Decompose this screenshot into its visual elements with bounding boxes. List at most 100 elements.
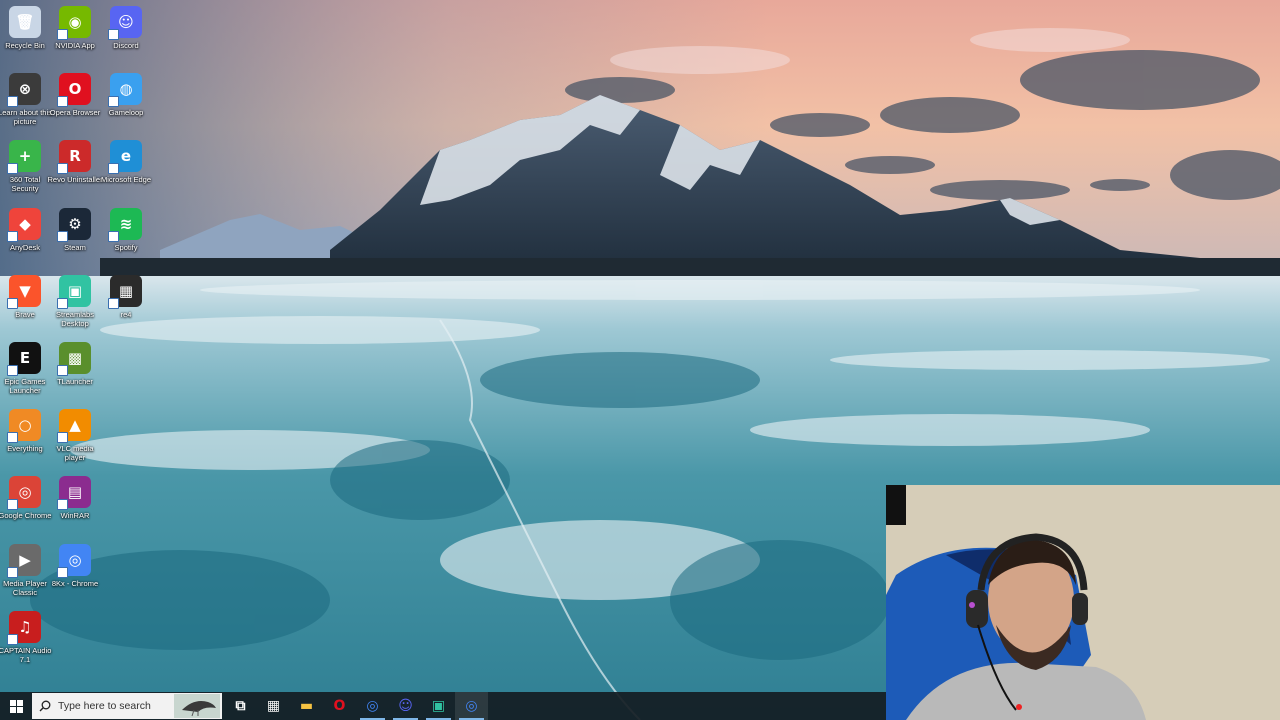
desktop-icon-label: Epic Games Launcher	[4, 377, 46, 395]
anydesk-icon: ◆	[7, 207, 41, 242]
nvidia-icon: ◉	[57, 6, 91, 40]
shield-plus-icon: +	[7, 140, 41, 175]
taskbar-search-box[interactable]	[32, 693, 222, 719]
start-button[interactable]	[0, 692, 32, 720]
search-highlight-bird-icon	[174, 694, 220, 718]
recycle-bin-icon: 🗑	[9, 6, 41, 38]
desktop-icon-vlc-media-player[interactable]: ▲ VLC media player	[50, 409, 100, 462]
taskbar-pinned-apps: ⧉ ▦ ▬ O ◎ ☺ ▣ ◎	[224, 692, 488, 720]
desktop-icon-tlauncher[interactable]: ▩ TLauncher	[50, 342, 100, 386]
shortcut-arrow-icon	[108, 96, 119, 108]
file-explorer-icon: ▬	[299, 698, 314, 714]
revo-icon: R	[57, 140, 91, 175]
shortcut-arrow-icon	[57, 29, 68, 40]
task-view-icon: ⧉	[235, 698, 246, 714]
desktop-icon-revo-uninstaller[interactable]: R Revo Uninstaller	[47, 140, 103, 185]
shortcut-arrow-icon	[7, 365, 18, 376]
discord-icon: ☺	[108, 6, 142, 40]
shortcut-arrow-icon	[108, 29, 119, 40]
taskbar-store-button[interactable]: ▦	[257, 692, 290, 720]
desktop-icon-streamlabs-desktop[interactable]: ▣ Streamlabs Desktop	[50, 274, 100, 328]
desktop-icon-label: Streamlabs Desktop	[56, 309, 94, 328]
desktop-icon-recycle-bin[interactable]: 🗑 Recycle Bin	[0, 6, 50, 50]
shortcut-arrow-icon	[57, 230, 68, 242]
streamlabs-icon: ▣	[431, 698, 446, 714]
taskbar-chrome-button[interactable]: ◎	[356, 692, 389, 720]
media-player-icon: ▶	[7, 543, 41, 578]
desktop-icon-label: Opera Browser	[49, 108, 101, 118]
desktop-icon-label: NVIDIA App	[55, 41, 95, 50]
desktop-icon-label: Revo Uninstaller	[47, 175, 103, 185]
webcam-overlay	[886, 485, 1280, 720]
desktop-icon-discord[interactable]: ☺ Discord	[101, 6, 151, 50]
steam-icon: ⚙	[57, 207, 91, 242]
taskbar-discord-button[interactable]: ☺	[389, 692, 422, 720]
search-icon	[32, 700, 58, 712]
desktop-icon-label: re4	[120, 309, 132, 319]
desktop-icon-nvidia-app[interactable]: ◉ NVIDIA App	[50, 6, 100, 50]
taskbar-streamlabs-button[interactable]: ▣	[422, 692, 455, 720]
streamlabs-icon: ▣	[57, 274, 91, 309]
desktop-icon-opera-browser[interactable]: O Opera Browser	[50, 73, 100, 117]
shortcut-arrow-icon	[7, 297, 18, 309]
edge-icon: e	[108, 140, 142, 175]
desktop-icon-label: AnyDesk	[9, 242, 40, 252]
desktop-icon-gameloop[interactable]: ◍ Gameloop	[101, 73, 151, 117]
desktop-icon-captain-audio-7-1[interactable]: ♫ CAPTAIN Audio 7.1	[0, 610, 52, 664]
discord-icon: ☺	[398, 698, 413, 714]
desktop-icon-label: Discord	[113, 41, 139, 50]
search-input[interactable]	[58, 700, 178, 712]
chrome-profile-icon: ◎	[465, 698, 478, 714]
desktop-icon-label: CAPTAIN Audio 7.1	[0, 645, 52, 664]
desktop-icon-label: Google Chrome	[0, 511, 52, 521]
desktop-icon-label: Microsoft Edge	[100, 175, 152, 185]
desktop-icon-label: Recycle Bin	[5, 41, 45, 50]
desktop-icon-label: Brave	[15, 309, 35, 319]
opera-icon: O	[333, 698, 346, 714]
shortcut-arrow-icon	[57, 365, 68, 376]
chrome-icon: ◎	[366, 698, 379, 714]
shortcut-arrow-icon	[57, 96, 68, 108]
desktop-icon-winrar[interactable]: ▤ WinRAR	[50, 476, 100, 520]
taskbar-opera-button[interactable]: O	[323, 692, 356, 720]
desktop-icon-steam[interactable]: ⚙ Steam	[50, 207, 100, 252]
shortcut-arrow-icon	[57, 163, 68, 175]
re4-icon: ▦	[108, 274, 142, 309]
desktop-icon-microsoft-edge[interactable]: e Microsoft Edge	[101, 140, 151, 184]
desktop-icon-label: TLauncher	[57, 377, 93, 386]
shortcut-arrow-icon	[7, 163, 18, 175]
desktop-icon-spotify[interactable]: ≋ Spotify	[101, 207, 151, 252]
taskbar-file-explorer-button[interactable]: ▬	[290, 692, 323, 720]
desktop-icon-media-player-classic[interactable]: ▶ Media Player Classic	[0, 543, 50, 597]
brave-icon: ▼	[7, 274, 41, 309]
desktop-icon-label: 360 Total Security	[9, 175, 41, 194]
desktop-icon-8kx-chrome[interactable]: ◎ 8Kx - Chrome	[50, 543, 100, 588]
desktop-icon-everything[interactable]: ○ Everything	[0, 409, 50, 453]
desktop-icon-label: VLC media player	[56, 444, 94, 463]
desktop-icon-learn-about-this-picture[interactable]: ⊗ Learn about this picture	[0, 73, 52, 126]
shortcut-arrow-icon	[57, 566, 68, 578]
shortcut-arrow-icon	[108, 297, 119, 309]
desktop-icon-label: 8Kx - Chrome	[51, 578, 99, 588]
desktop-icon-epic-games-launcher[interactable]: E Epic Games Launcher	[0, 342, 50, 395]
shortcut-arrow-icon	[57, 432, 68, 444]
webcam-person-image	[886, 485, 1280, 720]
windows-logo-icon	[9, 699, 23, 713]
winrar-icon: ▤	[57, 476, 91, 511]
taskbar-chrome-profile-button[interactable]: ◎	[455, 692, 488, 720]
captain-audio-icon: ♫	[7, 610, 41, 645]
desktop-icon-re4[interactable]: ▦ re4	[101, 274, 151, 319]
desktop-icon-brave[interactable]: ▼ Brave	[0, 274, 50, 319]
shortcut-arrow-icon	[7, 633, 18, 645]
desktop-icon-anydesk[interactable]: ◆ AnyDesk	[0, 207, 50, 252]
store-icon: ▦	[266, 698, 281, 714]
desktop-icon-label: Media Player Classic	[3, 578, 47, 597]
shortcut-arrow-icon	[7, 566, 18, 578]
desktop-icon-google-chrome[interactable]: ◎ Google Chrome	[0, 476, 52, 521]
everything-icon: ○	[7, 409, 41, 444]
desktop-icon-label: WinRAR	[60, 511, 90, 521]
shortcut-arrow-icon	[7, 230, 18, 242]
desktop-icon-360-total-security[interactable]: +360 Total Security	[0, 140, 50, 193]
taskbar-task-view-button[interactable]: ⧉	[224, 692, 257, 720]
shortcut-arrow-icon	[57, 499, 68, 511]
